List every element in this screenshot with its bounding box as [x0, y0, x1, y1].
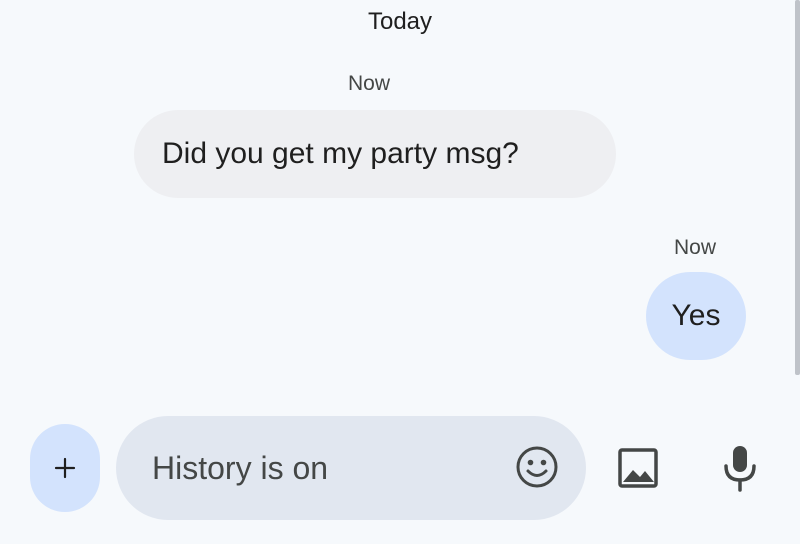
date-header: Today	[367, 8, 433, 35]
message-timestamp: Now	[674, 236, 717, 259]
emoji-button[interactable]	[514, 444, 560, 490]
message-timestamp: Now	[348, 72, 391, 95]
image-icon	[618, 448, 658, 488]
scrollbar[interactable]	[795, 0, 800, 375]
message-text: Did you get my party msg?	[162, 137, 519, 170]
incoming-message-bubble[interactable]: Did you get my party msg?	[134, 110, 616, 198]
emoji-icon	[516, 446, 558, 488]
message-input[interactable]	[152, 449, 492, 487]
microphone-icon	[724, 446, 756, 492]
attach-button[interactable]	[30, 424, 100, 512]
outgoing-message-bubble[interactable]: Yes	[646, 272, 746, 360]
message-text: Yes	[671, 299, 721, 332]
compose-field[interactable]	[116, 416, 586, 520]
conversation-screen: Today Now Did you get my party msg? Now …	[0, 0, 800, 544]
voice-button[interactable]	[716, 442, 764, 494]
gallery-button[interactable]	[614, 444, 662, 492]
plus-icon	[54, 457, 76, 479]
